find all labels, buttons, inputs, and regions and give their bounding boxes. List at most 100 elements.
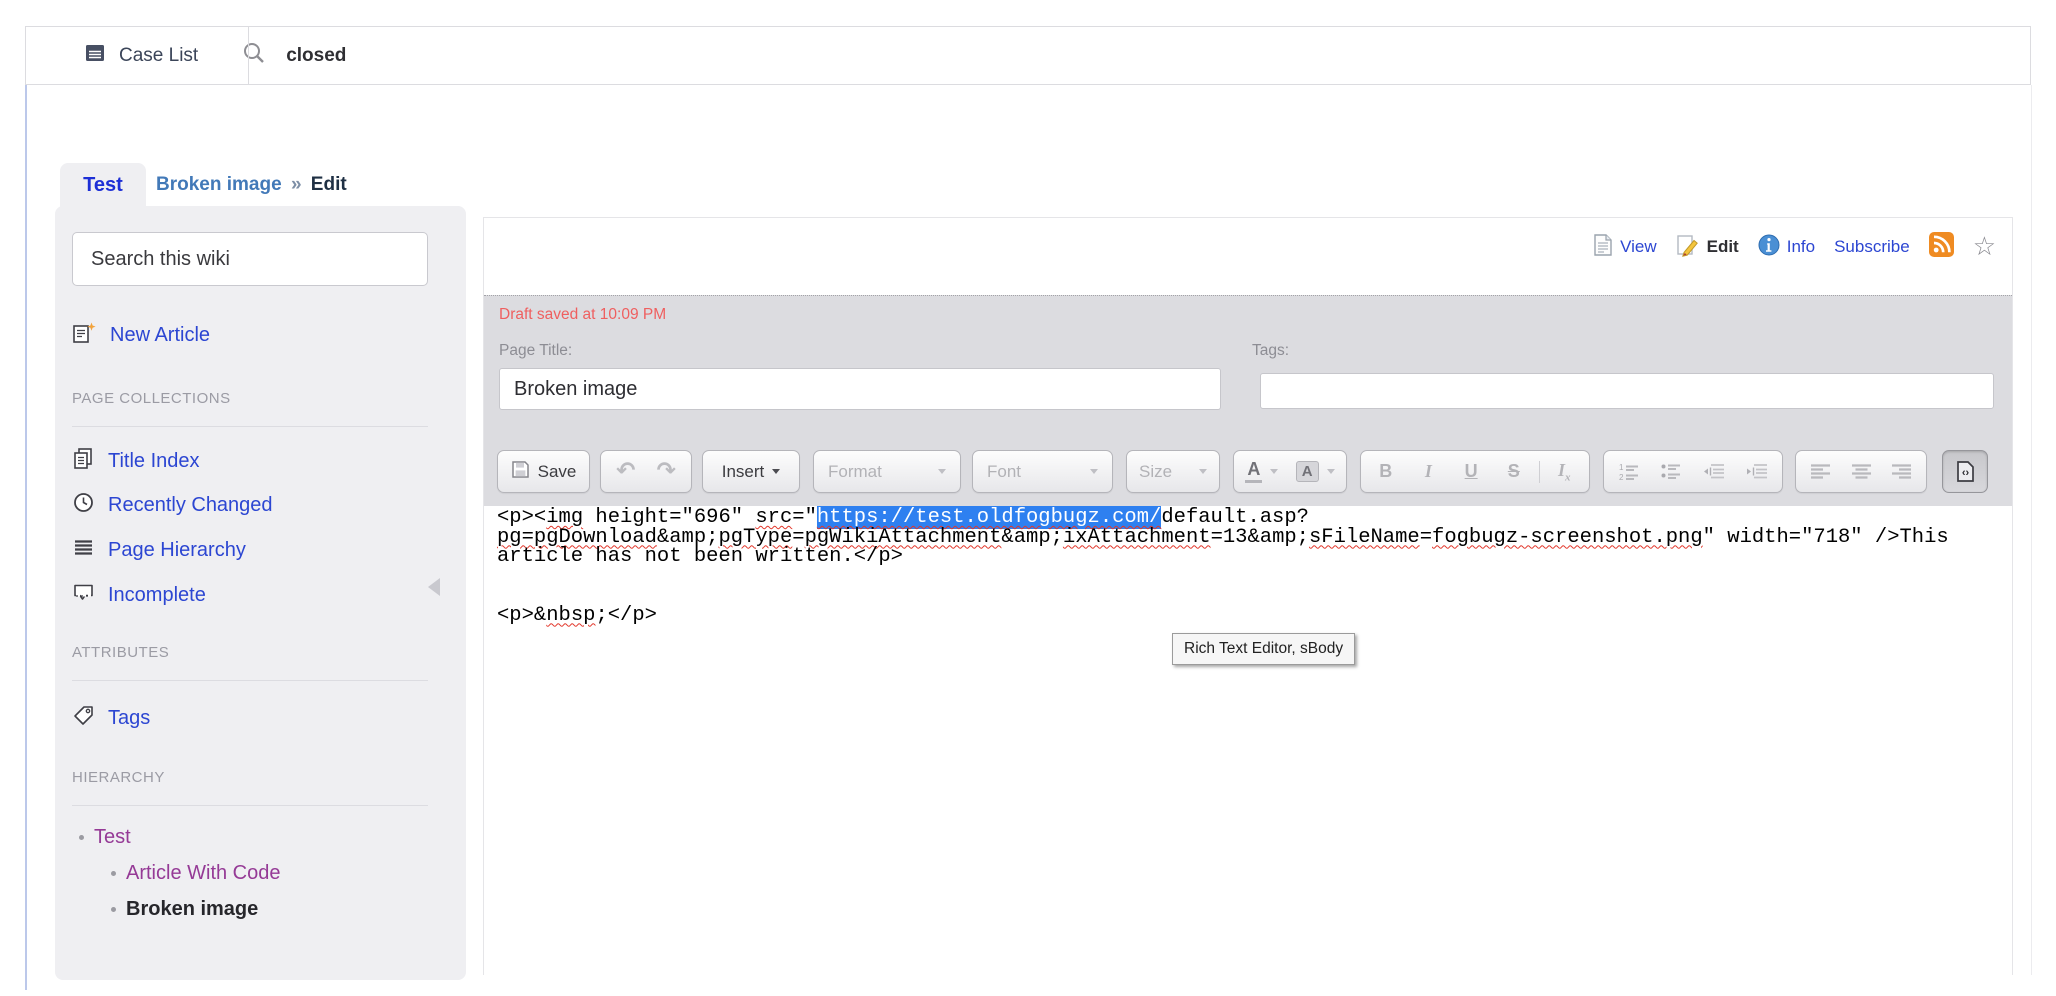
sidebar-item-page-hierarchy[interactable]: Page Hierarchy <box>72 536 246 564</box>
editor-chrome: Draft saved at 10:09 PM Page Title: Tags… <box>484 295 2012 506</box>
insert-dropdown[interactable]: Insert <box>716 451 787 492</box>
italic-button: I <box>1410 451 1446 492</box>
star-icon: ☆ <box>1973 234 1996 260</box>
page-title-input[interactable] <box>499 368 1221 410</box>
rss-button[interactable] <box>1929 232 1954 262</box>
toolbar-group-save: Save <box>497 450 590 493</box>
sidebar-item-recently-changed[interactable]: Recently Changed <box>72 491 273 519</box>
hierarchy-lines-icon <box>72 536 95 564</box>
font-dropdown-label: Font <box>987 462 1021 482</box>
section-page-collections: PAGE COLLECTIONS <box>72 390 231 407</box>
hierarchy-item-article-with-code[interactable]: Article With Code <box>111 862 281 885</box>
underline-icon: U <box>1459 461 1483 482</box>
info-label: Info <box>1787 237 1815 257</box>
toolbar-group-colors: A A <box>1233 450 1347 493</box>
remove-format-button: Ix <box>1546 451 1582 492</box>
source-textarea[interactable]: <p><img height="696" src="https://test.o… <box>484 506 2012 975</box>
bold-icon: B <box>1374 461 1398 482</box>
article-editor-panel: View Edit Info Subscribe ☆ Draft saved a… <box>483 217 2013 975</box>
page-actions: View Edit Info Subscribe ☆ <box>1583 232 1996 262</box>
search-icon[interactable] <box>242 41 266 70</box>
align-right-icon <box>1891 463 1912 481</box>
sidebar-item-incomplete[interactable]: Incomplete <box>72 581 206 609</box>
text-color-button: A <box>1239 451 1284 492</box>
new-article-label: New Article <box>110 324 210 347</box>
save-label: Save <box>538 462 577 482</box>
edit-label: Edit <box>1707 237 1739 257</box>
bullet-icon <box>79 835 84 840</box>
redo-icon: ↷ <box>657 460 676 483</box>
sidebar-item-tags[interactable]: Tags <box>72 704 150 732</box>
chevron-down-icon <box>1270 469 1278 474</box>
toolbar-group-size: Size <box>1126 450 1220 493</box>
save-button[interactable]: Save <box>505 451 583 492</box>
bullet-icon <box>111 871 116 876</box>
source-toggle-button[interactable]: ‹› <box>1942 450 1988 493</box>
case-list-button[interactable]: Case List <box>26 42 198 69</box>
svg-text:1: 1 <box>1619 463 1624 472</box>
tags-label: Tags: <box>1252 342 1289 360</box>
hierarchy-item-label: Test <box>94 826 131 849</box>
hierarchy-item-broken-image[interactable]: Broken image <box>111 898 258 921</box>
sidebar-collapse-arrow[interactable] <box>428 578 440 596</box>
source-code: <p><img height="696" src="https://test.o… <box>497 508 1949 625</box>
sidebar-item-label: Page Hierarchy <box>108 539 246 562</box>
page-right-border <box>2031 85 2032 975</box>
edit-pencil-icon <box>1676 233 1700 262</box>
undo-icon: ↶ <box>616 460 635 483</box>
tags-input[interactable] <box>1260 373 1994 409</box>
text-color-icon: A <box>1245 460 1262 483</box>
italic-icon: I <box>1416 461 1440 482</box>
page-left-accent-line <box>25 85 27 990</box>
wiki-search-input[interactable] <box>72 232 428 286</box>
toolbar-group-lists: 12 <box>1603 450 1783 493</box>
tag-icon <box>72 704 95 732</box>
view-link[interactable]: View <box>1593 233 1657 262</box>
align-center-icon <box>1851 463 1872 481</box>
favorite-star-button[interactable]: ☆ <box>1973 234 1996 260</box>
divider <box>72 805 428 806</box>
sidebar-item-label: Recently Changed <box>108 494 273 517</box>
hierarchy-item-label: Broken image <box>126 898 258 921</box>
undo-button: ↶ <box>610 451 641 492</box>
sidebar-item-label: Tags <box>108 707 150 730</box>
draft-status: Draft saved at 10:09 PM <box>499 306 666 324</box>
sidebar-item-title-index[interactable]: Title Index <box>72 447 200 475</box>
toolbar-group-format: Format <box>813 450 961 493</box>
breadcrumb: Broken image » Edit <box>156 174 347 196</box>
clock-icon <box>72 491 95 519</box>
new-article-icon <box>72 321 97 350</box>
editor-tooltip: Rich Text Editor, sBody <box>1172 633 1355 665</box>
tab-test[interactable]: Test <box>60 163 146 207</box>
rss-icon <box>1929 232 1954 262</box>
breadcrumb-separator: » <box>287 174 306 195</box>
numbered-list-button: 12 <box>1612 451 1646 492</box>
breadcrumb-action: Edit <box>311 174 347 195</box>
view-icon <box>1593 233 1613 262</box>
divider <box>72 680 428 681</box>
hierarchy-item-label: Article With Code <box>126 862 281 885</box>
toolbar-group-undo-redo: ↶ ↷ <box>600 450 692 493</box>
sidebar-item-label: Title Index <box>108 450 200 473</box>
align-left-button <box>1804 451 1837 492</box>
toolbar-group-insert: Insert <box>702 450 800 493</box>
size-dropdown-label: Size <box>1139 462 1172 482</box>
divider <box>1539 461 1540 483</box>
indent-icon <box>1745 462 1768 481</box>
chevron-down-icon <box>1090 469 1098 474</box>
new-article-button[interactable]: New Article <box>72 321 210 350</box>
hierarchy-item-test[interactable]: Test <box>79 826 131 849</box>
save-floppy-icon <box>511 460 530 484</box>
case-list-icon <box>84 42 106 69</box>
outdent-icon <box>1702 462 1725 481</box>
insert-label: Insert <box>722 462 765 482</box>
top-bar: Case List <box>25 26 2031 85</box>
subscribe-link[interactable]: Subscribe <box>1834 237 1910 257</box>
strikethrough-icon: S <box>1502 461 1526 482</box>
edit-link[interactable]: Edit <box>1676 233 1739 262</box>
svg-text:2: 2 <box>1619 473 1624 481</box>
info-link[interactable]: Info <box>1758 234 1815 261</box>
background-color-icon: A <box>1296 461 1319 482</box>
breadcrumb-page-link[interactable]: Broken image <box>156 174 282 195</box>
global-search-input[interactable] <box>286 45 1886 67</box>
